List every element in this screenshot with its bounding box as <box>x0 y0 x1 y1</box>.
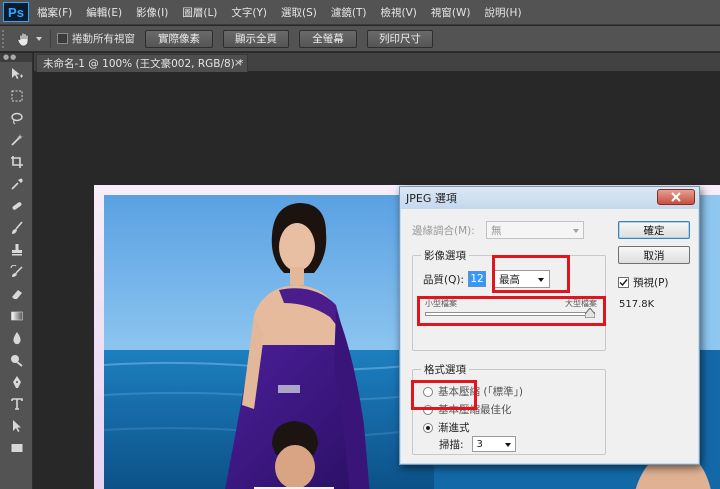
clone-stamp-tool-icon[interactable] <box>0 240 33 260</box>
radio-progressive[interactable]: 漸進式 <box>423 420 470 435</box>
dodge-tool-icon[interactable] <box>0 350 33 370</box>
options-bar: 捲動所有視窗 實際像素 顯示全頁 全螢幕 列印尺寸 <box>0 26 720 52</box>
eyedropper-tool-icon[interactable] <box>0 174 33 194</box>
menu-window[interactable]: 視窗(W) <box>431 5 471 20</box>
lasso-tool-icon[interactable] <box>0 108 33 128</box>
highlight-quality-slider <box>417 296 606 326</box>
quality-label: 品質(Q): <box>423 273 464 286</box>
eraser-tool-icon[interactable] <box>0 284 33 304</box>
chevron-down-icon <box>504 443 511 447</box>
menu-select[interactable]: 選取(S) <box>281 5 317 20</box>
fill-screen-button[interactable]: 全螢幕 <box>299 29 357 48</box>
type-tool-icon[interactable] <box>0 394 33 414</box>
file-size-text: 517.8K <box>619 299 655 310</box>
scroll-all-windows-label: 捲動所有視窗 <box>72 33 135 45</box>
chevron-down-icon <box>573 229 579 233</box>
actual-pixels-button[interactable]: 實際像素 <box>145 29 213 48</box>
dialog-title-bar[interactable]: JPEG 選項 <box>400 187 699 209</box>
scans-value: 3 <box>476 438 483 450</box>
menu-filter[interactable]: 濾鏡(T) <box>331 5 367 20</box>
matte-select-value: 無 <box>491 224 502 237</box>
menu-file[interactable]: 檔案(F) <box>37 5 72 20</box>
rectangle-tool-icon[interactable] <box>0 438 33 458</box>
menu-edit[interactable]: 編輯(E) <box>86 5 122 20</box>
format-options-title: 格式選項 <box>421 362 469 377</box>
marquee-tool-icon[interactable] <box>0 86 33 106</box>
matte-label: 邊緣調合(M): <box>412 224 475 237</box>
blur-tool-icon[interactable] <box>0 328 33 348</box>
path-selection-tool-icon[interactable] <box>0 416 33 436</box>
matte-row: 邊緣調合(M): 無 <box>412 221 584 239</box>
dialog-body: 邊緣調合(M): 無 影像選項 品質(Q): 12 最高 小型檔案 大型檔案 格… <box>400 209 699 464</box>
separator <box>50 29 51 48</box>
move-tool-icon[interactable] <box>0 64 33 84</box>
radio-progressive-label: 漸進式 <box>438 422 470 434</box>
scroll-all-windows-checkbox[interactable] <box>57 33 68 44</box>
dialog-close-button[interactable] <box>657 189 695 205</box>
magic-wand-tool-icon[interactable] <box>0 130 33 150</box>
dialog-title: JPEG 選項 <box>406 192 457 205</box>
menu-bar: Ps 檔案(F) 編輯(E) 影像(I) 圖層(L) 文字(Y) 選取(S) 濾… <box>0 0 720 25</box>
photoshop-logo: Ps <box>3 2 29 22</box>
ok-button[interactable]: 確定 <box>618 221 690 239</box>
preview-label: 預視(P) <box>633 277 669 289</box>
check-icon <box>619 279 628 287</box>
portrait-photo-image <box>104 195 434 489</box>
preview-checkbox[interactable] <box>618 277 629 288</box>
quality-input[interactable]: 12 <box>468 271 486 287</box>
cancel-button[interactable]: 取消 <box>618 246 690 264</box>
pen-tool-icon[interactable] <box>0 372 33 392</box>
print-size-button[interactable]: 列印尺寸 <box>367 29 433 48</box>
history-brush-tool-icon[interactable] <box>0 262 33 282</box>
tools-panel-header[interactable]: ●● <box>0 53 32 62</box>
menu-type[interactable]: 文字(Y) <box>231 5 267 20</box>
healing-brush-tool-icon[interactable] <box>0 196 33 216</box>
menu-help[interactable]: 說明(H) <box>484 5 521 20</box>
gradient-tool-icon[interactable] <box>0 306 33 326</box>
photo-frame-left <box>104 195 434 489</box>
fit-screen-button[interactable]: 顯示全頁 <box>223 29 289 48</box>
document-tab-bar: 未命名-1 @ 100% (王文豪002, RGB/8) * × <box>34 53 720 72</box>
menu-view[interactable]: 檢視(V) <box>380 5 416 20</box>
menu-image[interactable]: 影像(I) <box>136 5 168 20</box>
radio-button-selected[interactable] <box>423 422 433 433</box>
preview-row[interactable]: 預視(P) <box>618 275 669 290</box>
document-tab[interactable]: 未命名-1 @ 100% (王文豪002, RGB/8) * × <box>36 54 248 72</box>
options-bar-grip[interactable] <box>2 29 8 48</box>
hand-tool-icon[interactable] <box>14 29 34 49</box>
close-icon <box>671 192 681 202</box>
menu-layer[interactable]: 圖層(L) <box>182 5 217 20</box>
tools-panel: ●● <box>0 53 33 489</box>
image-options-title: 影像選項 <box>421 248 469 263</box>
matte-select[interactable]: 無 <box>486 221 584 239</box>
document-tab-title: 未命名-1 @ 100% (王文豪002, RGB/8) * <box>43 58 244 70</box>
crop-tool-icon[interactable] <box>0 152 33 172</box>
scans-row: 掃描: 3 <box>439 436 516 452</box>
scans-select[interactable]: 3 <box>471 436 516 452</box>
scans-label: 掃描: <box>439 438 464 451</box>
tab-close-icon[interactable]: × <box>234 56 243 69</box>
tool-preset-dropdown-icon[interactable] <box>36 36 42 41</box>
highlight-progressive <box>411 380 477 410</box>
brush-tool-icon[interactable] <box>0 218 33 238</box>
highlight-quality-level <box>492 255 570 293</box>
